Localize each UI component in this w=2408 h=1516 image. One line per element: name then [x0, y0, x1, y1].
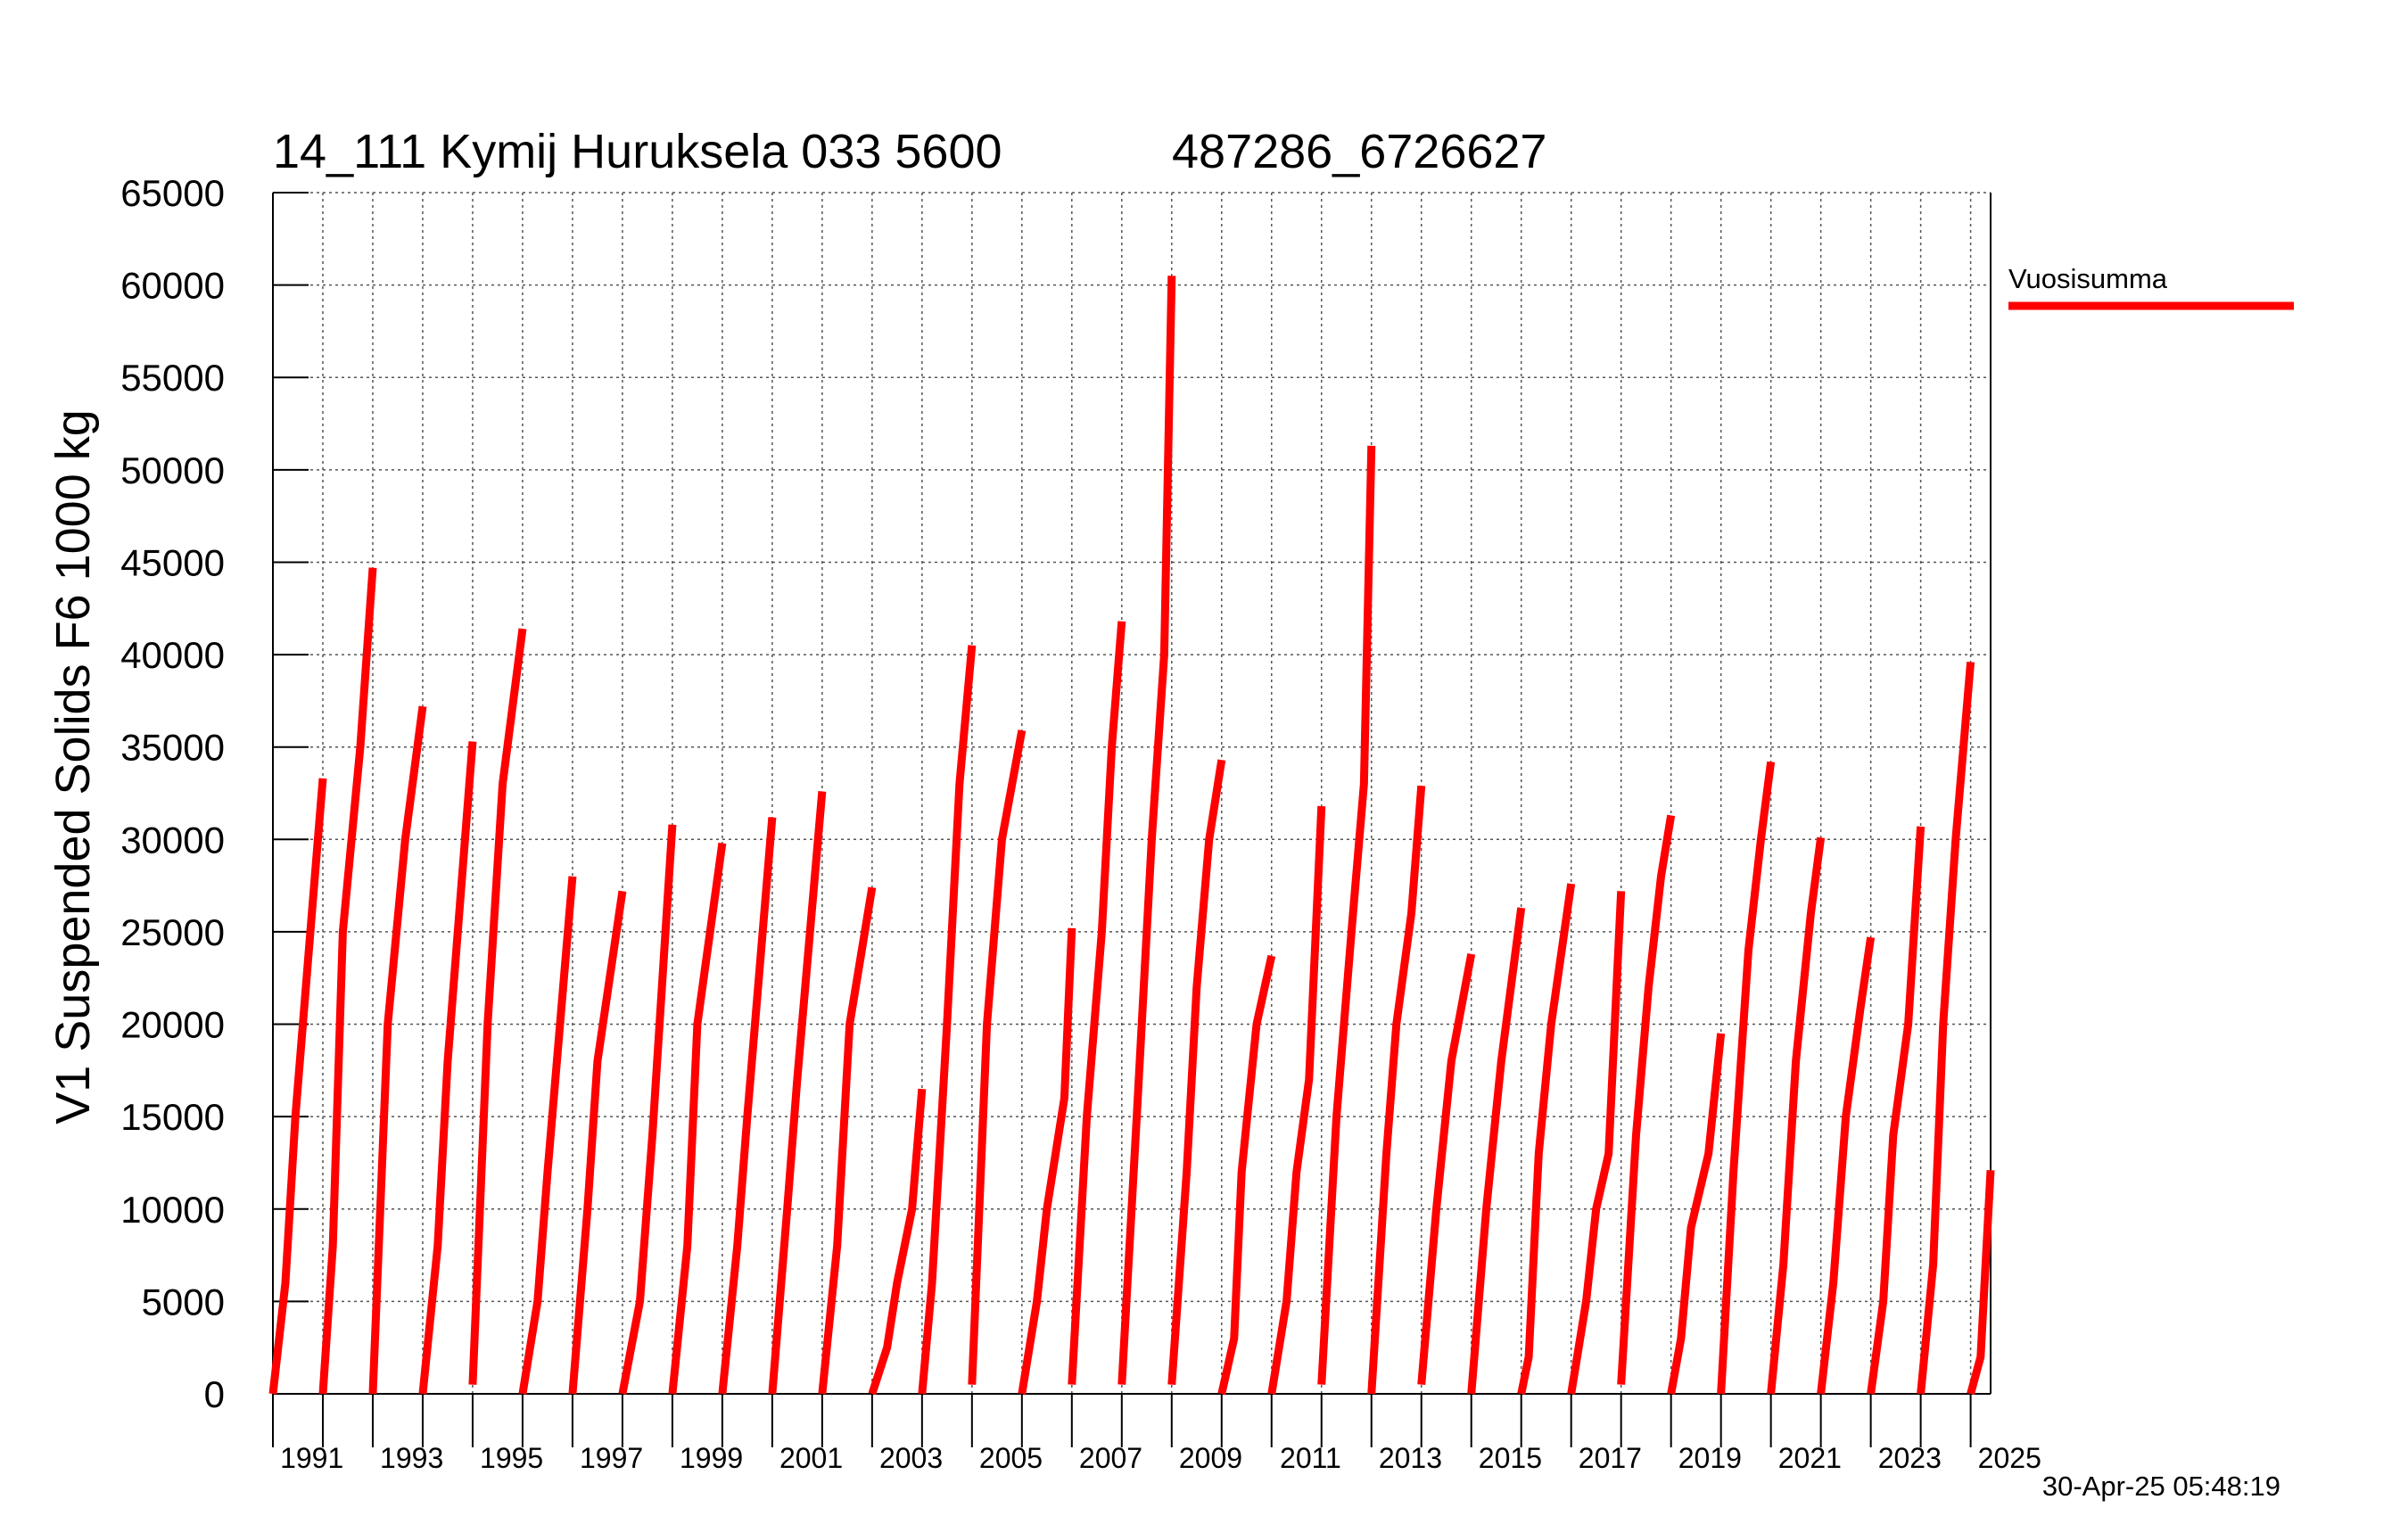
- x-tick-label: 1997: [580, 1442, 643, 1474]
- series-line-2018: [1667, 1033, 1726, 1395]
- x-tick-label: 2001: [779, 1442, 843, 1474]
- x-tick-label: 2007: [1079, 1442, 1142, 1474]
- series-line-1991: [318, 567, 377, 1395]
- x-tick-label: 2015: [1479, 1442, 1542, 1474]
- y-tick-label: 0: [204, 1373, 225, 1415]
- x-tick-label: 2011: [1280, 1442, 1341, 1474]
- y-tick-label: 40000: [120, 634, 225, 676]
- series-line-1997: [618, 824, 677, 1395]
- x-tick-label: 2005: [979, 1442, 1043, 1474]
- x-tick-label: 2021: [1778, 1442, 1842, 1474]
- series-line-2022: [1867, 826, 1926, 1395]
- series-line-2020: [1767, 836, 1826, 1395]
- y-tick-label: 15000: [120, 1096, 225, 1138]
- y-tick-label: 35000: [120, 727, 225, 769]
- timestamp: 30-Apr-25 05:48:19: [2042, 1471, 2280, 1502]
- x-tick-label: 2013: [1379, 1442, 1442, 1474]
- series-line-1994: [468, 628, 527, 1385]
- x-tick-label: 2003: [879, 1442, 943, 1474]
- y-tick-label: 30000: [120, 819, 225, 861]
- y-axis-label: V1 Suspended Solids F6 1000 kg: [46, 409, 100, 1125]
- y-tick-label: 45000: [120, 541, 225, 583]
- series-line-2015: [1517, 883, 1576, 1395]
- series-line-1998: [668, 842, 727, 1395]
- series-line-2013: [1417, 952, 1476, 1386]
- series-line-2011: [1317, 445, 1376, 1385]
- series-line-2010: [1267, 805, 1326, 1395]
- y-tick-label: 10000: [120, 1189, 225, 1231]
- series-line-2005: [1018, 927, 1076, 1395]
- series-line-2023: [1917, 661, 1975, 1395]
- x-tick-label: 1999: [680, 1442, 743, 1474]
- x-tick-label: 2017: [1579, 1442, 1642, 1474]
- legend-label: Vuosisumma: [2008, 263, 2168, 294]
- series-line-2007: [1117, 276, 1176, 1385]
- series-line-2009: [1217, 954, 1276, 1395]
- chart: 14_111 Kymij Huruksela 033 5600 487286_6…: [46, 125, 2294, 1502]
- series-line-2014: [1467, 907, 1526, 1395]
- series-line-2002: [868, 1088, 927, 1396]
- x-tick-label: 2009: [1179, 1442, 1242, 1474]
- series-line-2017: [1617, 814, 1676, 1385]
- series-line-2019: [1717, 761, 1776, 1395]
- series-line-2024: [1967, 1170, 1995, 1396]
- series-line-1999: [718, 817, 777, 1395]
- series-vuosisumma: [268, 276, 1995, 1396]
- chart-title-left: 14_111 Kymij Huruksela 033 5600: [273, 125, 1002, 178]
- x-tick-label: 1991: [280, 1442, 343, 1474]
- x-tick-label: 2025: [1978, 1442, 2041, 1474]
- series-line-1995: [518, 876, 577, 1395]
- x-tick-labels: 1991 1993 1995 1997 1999 2001 2003 2005 2007 2009…: [280, 1442, 2041, 1474]
- y-tick-label: 25000: [120, 911, 225, 953]
- series-line-2021: [1817, 936, 1876, 1395]
- series-line-2004: [968, 729, 1027, 1385]
- y-tick-label: 55000: [120, 357, 225, 399]
- series-line-2003: [918, 645, 977, 1395]
- series-line-2001: [818, 886, 877, 1395]
- series-line-2016: [1567, 891, 1626, 1395]
- series-line-2012: [1367, 785, 1426, 1395]
- x-tick-label: 2023: [1878, 1442, 1942, 1474]
- series-line-2008: [1167, 759, 1226, 1385]
- series-line-1996: [568, 890, 627, 1395]
- y-tick-label: 5000: [142, 1281, 225, 1322]
- y-tick-label: 60000: [120, 265, 225, 307]
- series-line-2006: [1068, 621, 1126, 1385]
- series-line-1992: [368, 705, 427, 1395]
- y-tick-label: 65000: [120, 172, 225, 214]
- x-tick-label: 1995: [480, 1442, 543, 1474]
- x-tick-label: 2019: [1678, 1442, 1742, 1474]
- chart-title-right: 487286_6726627: [1172, 125, 1546, 178]
- series-line-2000: [768, 791, 827, 1395]
- y-tick-labels: 0 5000 10000 15000 20000 25000 30000 35000 40000…: [120, 172, 225, 1415]
- legend: Vuosisumma: [2008, 263, 2294, 310]
- x-tick-label: 1993: [380, 1442, 443, 1474]
- y-tick-label: 50000: [120, 449, 225, 491]
- y-tick-label: 20000: [120, 1004, 225, 1046]
